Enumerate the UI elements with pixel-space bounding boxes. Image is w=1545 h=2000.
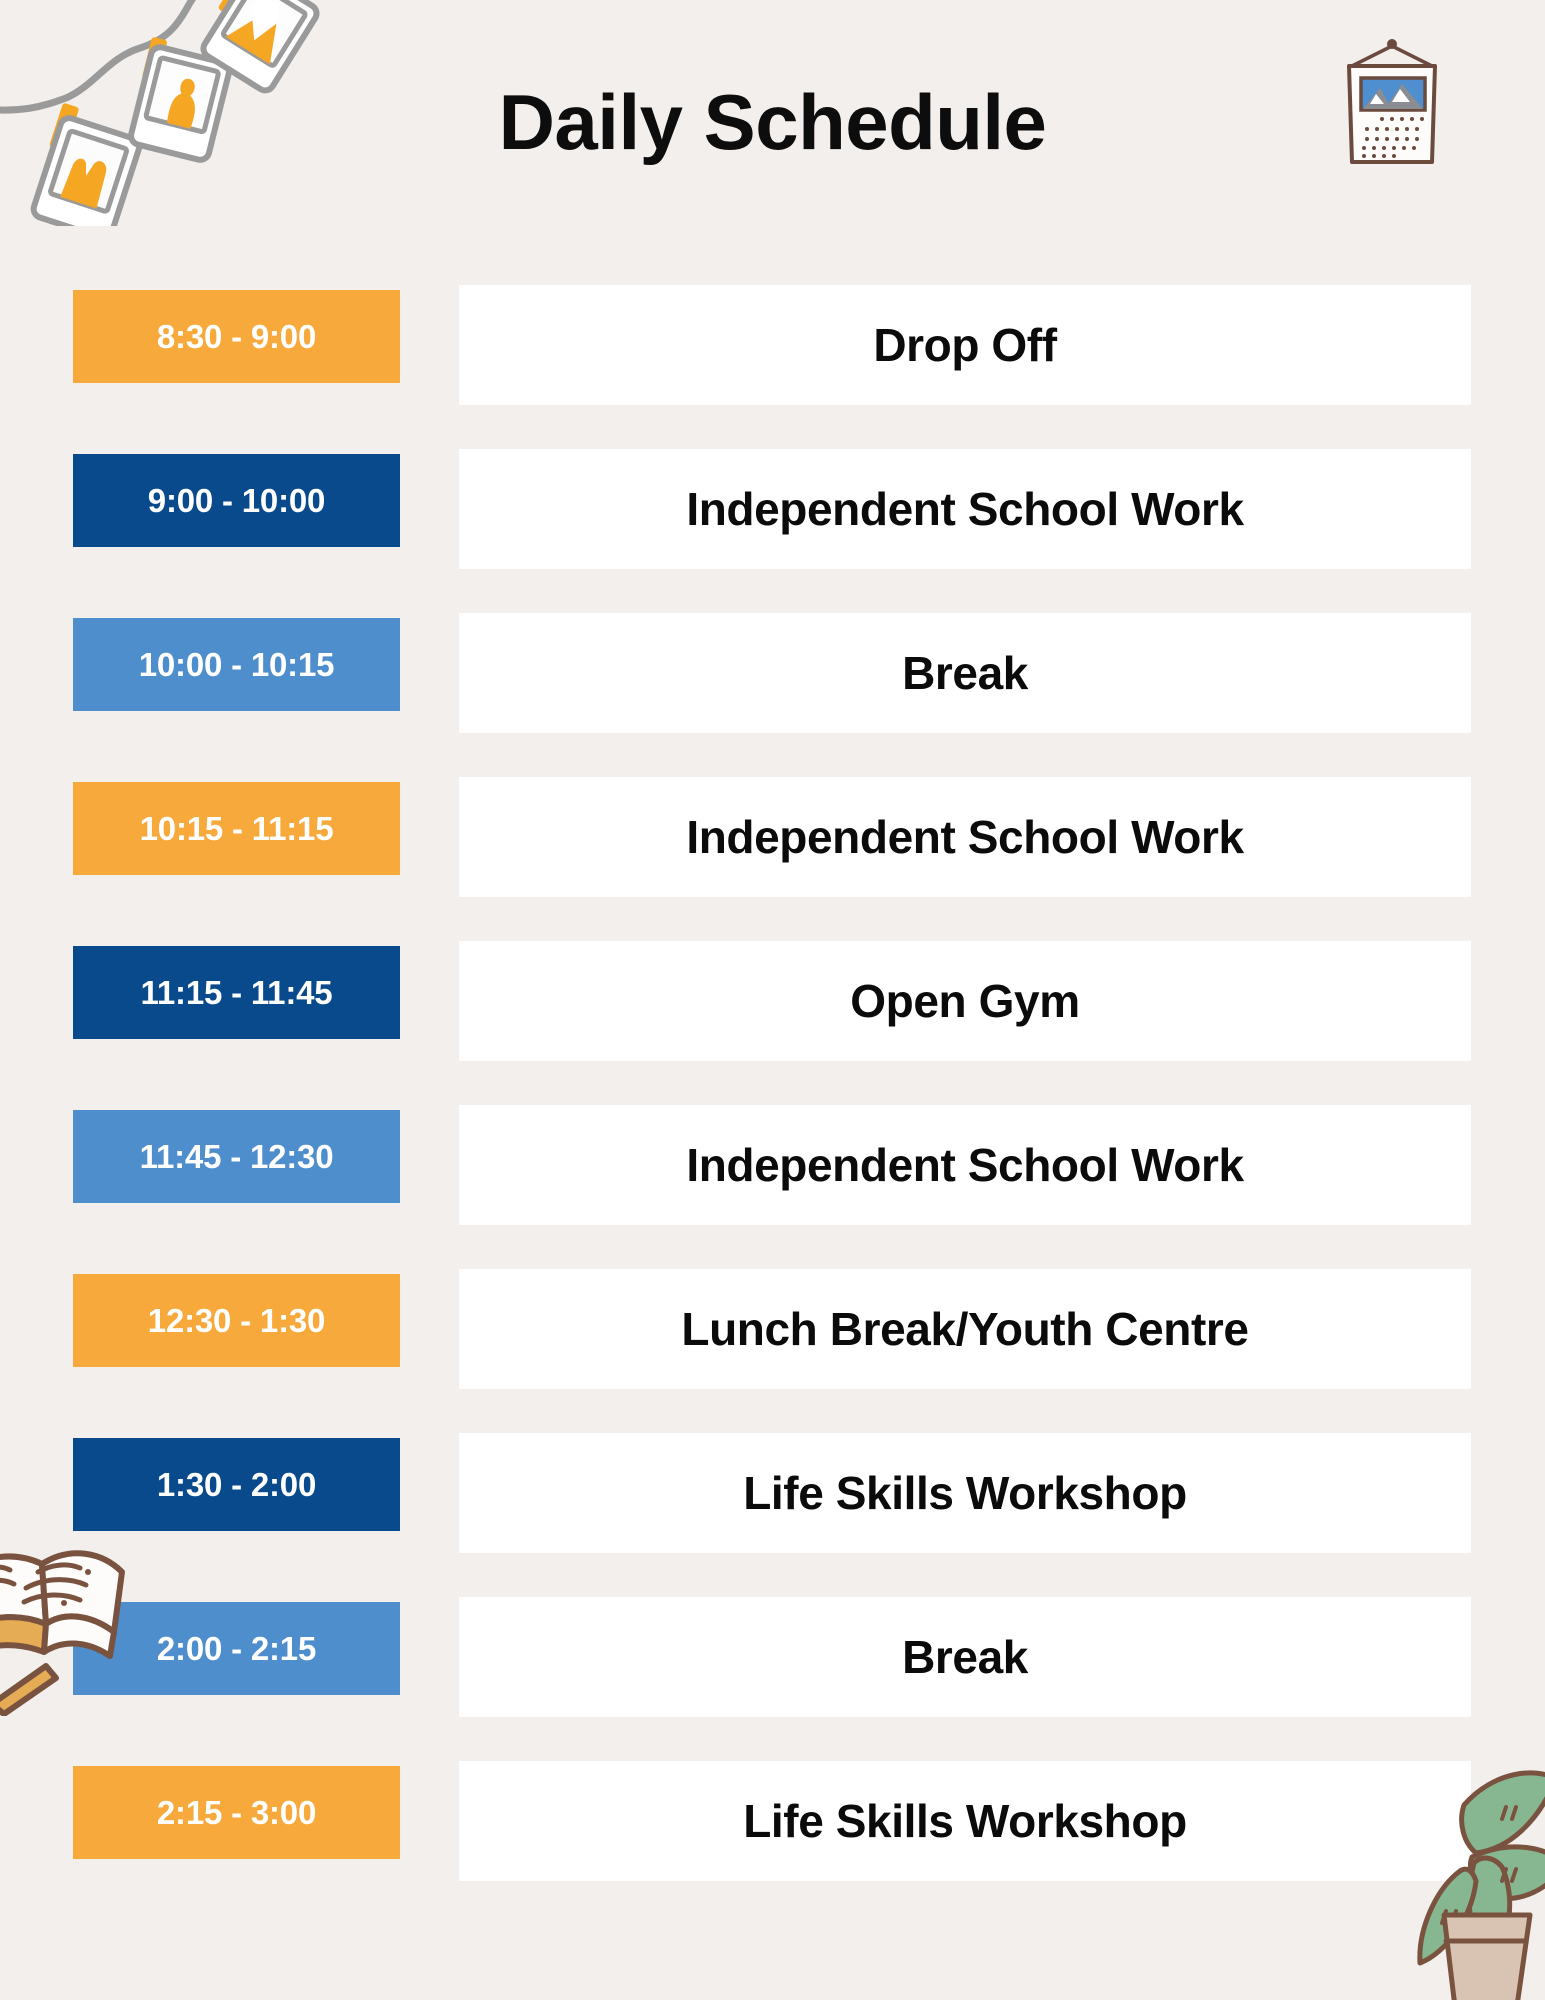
time-slot-chip: 2:00 - 2:15 [73,1602,400,1695]
activity-card: Independent School Work [459,777,1471,897]
time-slot-label: 10:00 - 10:15 [138,645,335,683]
activity-card: Independent School Work [459,1105,1471,1225]
schedule-row: 12:30 - 1:30 Lunch Break/Youth Centre [0,1264,1545,1428]
activity-card: Break [459,613,1471,733]
activity-label: Independent School Work [686,811,1244,863]
time-slot-chip: 9:00 - 10:00 [73,454,400,547]
schedule-row: 2:00 - 2:15 Break [0,1592,1545,1756]
activity-card: Life Skills Workshop [459,1433,1471,1553]
activity-label: Independent School Work [686,483,1244,535]
activity-card: Break [459,1597,1471,1717]
schedule-row: 10:00 - 10:15 Break [0,608,1545,772]
activity-label: Lunch Break/Youth Centre [681,1303,1249,1355]
activity-label: Open Gym [850,975,1080,1027]
activity-card: Independent School Work [459,449,1471,569]
schedule-row: 8:30 - 9:00 Drop Off [0,280,1545,444]
time-slot-chip: 1:30 - 2:00 [73,1438,400,1531]
activity-label: Independent School Work [686,1139,1244,1191]
schedule-row: 11:45 - 12:30 Independent School Work [0,1100,1545,1264]
time-slot-label: 9:00 - 10:00 [147,481,326,519]
time-slot-chip: 12:30 - 1:30 [73,1274,400,1367]
time-slot-label: 8:30 - 9:00 [156,317,317,355]
time-slot-label: 1:30 - 2:00 [156,1465,317,1503]
schedule-row: 10:15 - 11:15 Independent School Work [0,772,1545,936]
activity-label: Life Skills Workshop [743,1795,1187,1847]
activity-card: Drop Off [459,285,1471,405]
time-slot-label: 12:30 - 1:30 [147,1301,326,1339]
time-slot-label: 2:15 - 3:00 [156,1793,317,1831]
time-slot-label: 11:15 - 11:45 [140,973,333,1011]
schedule-row: 2:15 - 3:00 Life Skills Workshop [0,1756,1545,1920]
activity-label: Break [902,647,1028,699]
activity-label: Life Skills Workshop [743,1467,1187,1519]
time-slot-label: 10:15 - 11:15 [139,809,334,847]
daily-schedule-page: Daily Schedule 8:30 - 9:00 Drop Off 9:00 -… [0,0,1545,2000]
time-slot-chip: 2:15 - 3:00 [73,1766,400,1859]
schedule-row: 11:15 - 11:45 Open Gym [0,936,1545,1100]
time-slot-chip: 11:15 - 11:45 [73,946,400,1039]
activity-label: Break [902,1631,1028,1683]
time-slot-chip: 11:45 - 12:30 [73,1110,400,1203]
time-slot-chip: 8:30 - 9:00 [73,290,400,383]
page-title: Daily Schedule [498,78,1047,166]
activity-card: Lunch Break/Youth Centre [459,1269,1471,1389]
activity-label: Drop Off [873,319,1057,371]
schedule-row: 9:00 - 10:00 Independent School Work [0,444,1545,608]
time-slot-label: 11:45 - 12:30 [139,1137,334,1175]
time-slot-chip: 10:00 - 10:15 [73,618,400,711]
schedule-row: 1:30 - 2:00 Life Skills Workshop [0,1428,1545,1592]
time-slot-chip: 10:15 - 11:15 [73,782,400,875]
activity-card: Life Skills Workshop [459,1761,1471,1881]
schedule-list: 8:30 - 9:00 Drop Off 9:00 - 10:00 Independe… [0,280,1545,1920]
time-slot-label: 2:00 - 2:15 [156,1629,317,1667]
activity-card: Open Gym [459,941,1471,1061]
